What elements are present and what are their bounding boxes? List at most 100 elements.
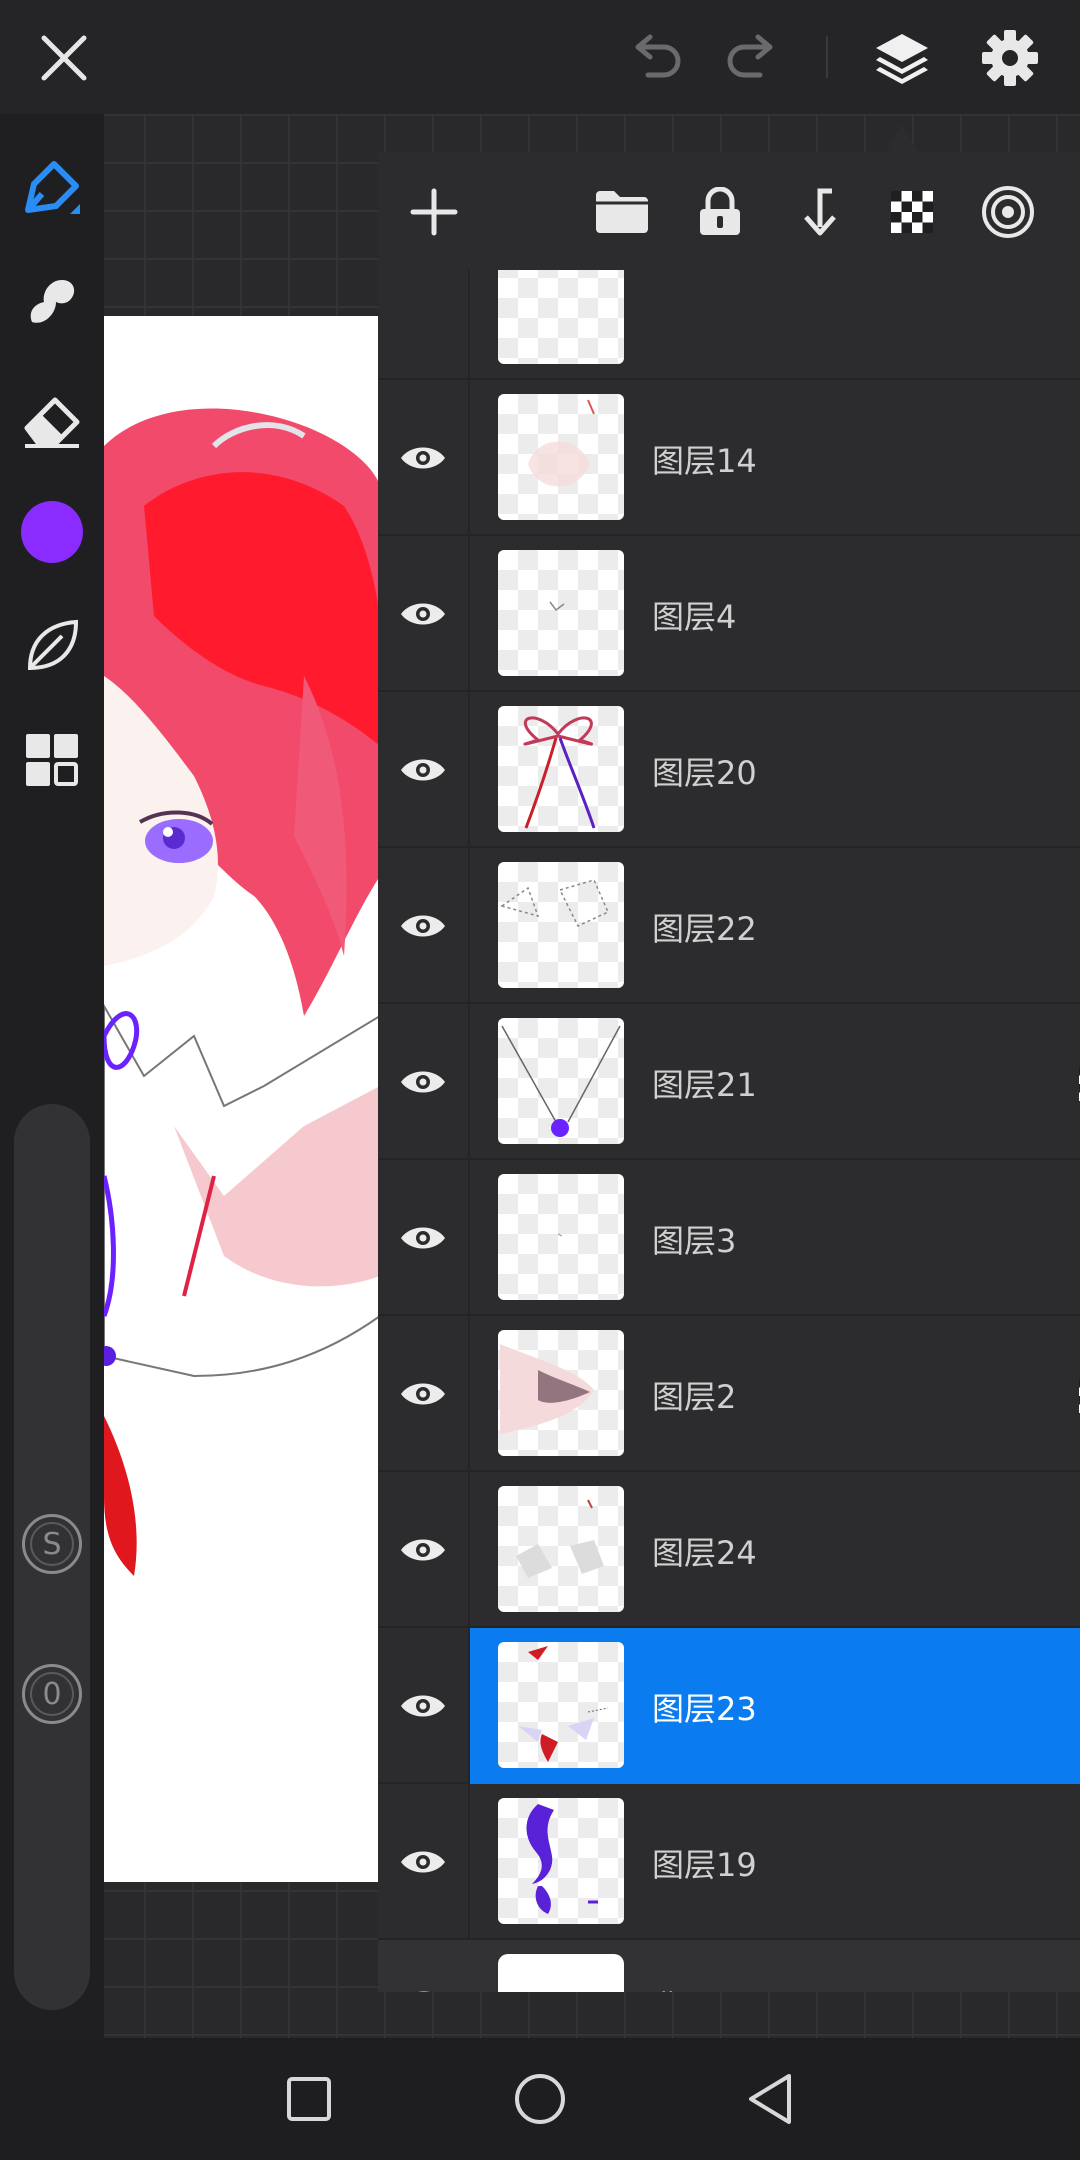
lock-layer-button[interactable] — [682, 174, 758, 250]
layer-visibility-toggle[interactable] — [378, 1160, 470, 1316]
layer-name: 图层2 — [652, 1378, 737, 1416]
close-icon — [41, 35, 87, 81]
layer-item[interactable] — [470, 270, 1080, 380]
opacity-knob-label: 0 — [42, 1676, 62, 1712]
layer-visibility-toggle[interactable] — [378, 1316, 470, 1472]
layer-visibility-toggle[interactable] — [378, 1784, 470, 1940]
brush-tool[interactable] — [14, 152, 90, 228]
layer-thumbnail — [498, 1330, 624, 1456]
layer-item[interactable]: 图层2 — [470, 1316, 1080, 1472]
layer-item[interactable]: 图层22 — [470, 848, 1080, 1004]
artwork-illustration — [104, 408, 380, 1576]
smudge-icon — [30, 280, 75, 323]
layer-item[interactable]: 图层24 — [470, 1472, 1080, 1628]
blend-icon — [982, 186, 1034, 238]
layer-thumbnail — [498, 862, 624, 988]
eye-icon — [401, 1851, 445, 1873]
eraser-icon — [24, 397, 80, 448]
artboard[interactable] — [104, 316, 380, 1882]
undo-icon — [635, 34, 681, 78]
layers-icon — [876, 34, 928, 84]
layer-visibility-toggle[interactable] — [378, 380, 470, 536]
layer-list[interactable]: 图层14 图层4 图层20 图层22 图层21 图层3 图层2 图层24 图层2… — [378, 270, 1080, 1992]
eye-icon — [401, 915, 445, 937]
gear-icon — [982, 30, 1038, 86]
layer-item[interactable]: 背景 — [470, 1940, 1080, 1992]
eraser-tool[interactable] — [14, 382, 90, 458]
layer-item[interactable]: 图层14 — [470, 380, 1080, 536]
add-layer-button[interactable] — [396, 174, 472, 250]
lock-icon — [700, 187, 740, 235]
color-picker-button[interactable] — [14, 494, 90, 570]
layer-thumbnail — [498, 394, 624, 520]
layer-row[interactable] — [378, 270, 1080, 380]
layer-item[interactable]: 图层21 — [470, 1004, 1080, 1160]
blend-mode-button[interactable] — [970, 174, 1046, 250]
layer-row[interactable]: 图层19 — [378, 1784, 1080, 1940]
merge-down-button[interactable] — [778, 174, 854, 250]
layers-button[interactable] — [866, 22, 938, 94]
opacity-slider-knob[interactable]: 0 — [22, 1664, 82, 1724]
settings-button[interactable] — [974, 22, 1046, 94]
system-navigation-bar — [0, 2038, 1080, 2160]
eye-icon — [401, 1539, 445, 1561]
layer-row[interactable]: 图层24 — [378, 1472, 1080, 1628]
home-button[interactable] — [505, 2064, 575, 2134]
eye-icon — [401, 1695, 445, 1717]
layer-visibility-toggle[interactable] — [378, 692, 470, 848]
layer-item[interactable]: 图层23 — [470, 1628, 1080, 1784]
redo-button[interactable] — [716, 22, 788, 94]
alpha-lock-icon — [891, 191, 933, 233]
grid-tool[interactable] — [14, 722, 90, 798]
layer-name: 图层20 — [652, 754, 757, 792]
layer-row[interactable]: 图层22 — [378, 848, 1080, 1004]
layer-thumbnail — [498, 270, 624, 364]
layer-row[interactable]: 图层2 — [378, 1316, 1080, 1472]
back-button[interactable] — [735, 2064, 805, 2134]
layer-visibility-toggle[interactable] — [378, 536, 470, 692]
layer-item[interactable]: 图层4 — [470, 536, 1080, 692]
brush-slider-track[interactable]: S 0 — [14, 1104, 90, 2010]
redo-icon — [727, 34, 773, 78]
close-button[interactable] — [28, 22, 100, 94]
toolbar-divider — [826, 36, 828, 78]
layer-row[interactable]: 图层14 — [378, 380, 1080, 536]
alpha-lock-button[interactable] — [874, 174, 950, 250]
layer-thumbnail — [498, 1174, 624, 1300]
layer-item[interactable]: 图层20 — [470, 692, 1080, 848]
layer-thumbnail — [498, 550, 624, 676]
layer-thumbnail — [498, 706, 624, 832]
layer-visibility-toggle[interactable] — [378, 270, 470, 380]
layer-row-selected[interactable]: 图层23 — [378, 1628, 1080, 1784]
layer-row[interactable]: 图层4 — [378, 536, 1080, 692]
layer-thumbnail — [498, 1798, 624, 1924]
eye-icon — [401, 1071, 445, 1093]
size-slider-knob[interactable]: S — [22, 1514, 82, 1574]
layer-row[interactable]: 图层3 — [378, 1160, 1080, 1316]
smudge-tool[interactable] — [14, 264, 90, 340]
layer-name: 图层22 — [652, 910, 757, 948]
layer-visibility-toggle[interactable] — [378, 1628, 470, 1784]
layer-visibility-toggle[interactable] — [378, 848, 470, 1004]
back-icon — [749, 2074, 791, 2124]
layer-visibility-toggle[interactable] — [378, 1472, 470, 1628]
size-knob-label: S — [42, 1526, 62, 1562]
eye-icon — [401, 1227, 445, 1249]
layer-item[interactable]: 图层3 — [470, 1160, 1080, 1316]
eye-icon — [419, 1991, 429, 1992]
background-layer-row[interactable]: 背景 — [378, 1940, 1080, 1992]
new-folder-button[interactable] — [584, 174, 660, 250]
layer-row[interactable]: 图层20 — [378, 692, 1080, 848]
layer-visibility-toggle[interactable] — [378, 1004, 470, 1160]
recent-apps-button[interactable] — [274, 2064, 344, 2134]
undo-button[interactable] — [620, 22, 692, 94]
brush-pen-icon — [25, 161, 80, 214]
layer-name: 背景 — [652, 1982, 716, 1992]
layer-row[interactable]: 图层21 — [378, 1004, 1080, 1160]
layer-name: 图层3 — [652, 1222, 737, 1260]
background-thumbnail — [498, 1954, 624, 1992]
layer-thumbnail — [498, 1486, 624, 1612]
leaf-tool[interactable] — [14, 608, 90, 684]
layer-visibility-toggle[interactable] — [378, 1940, 470, 1992]
layer-item[interactable]: 图层19 — [470, 1784, 1080, 1940]
